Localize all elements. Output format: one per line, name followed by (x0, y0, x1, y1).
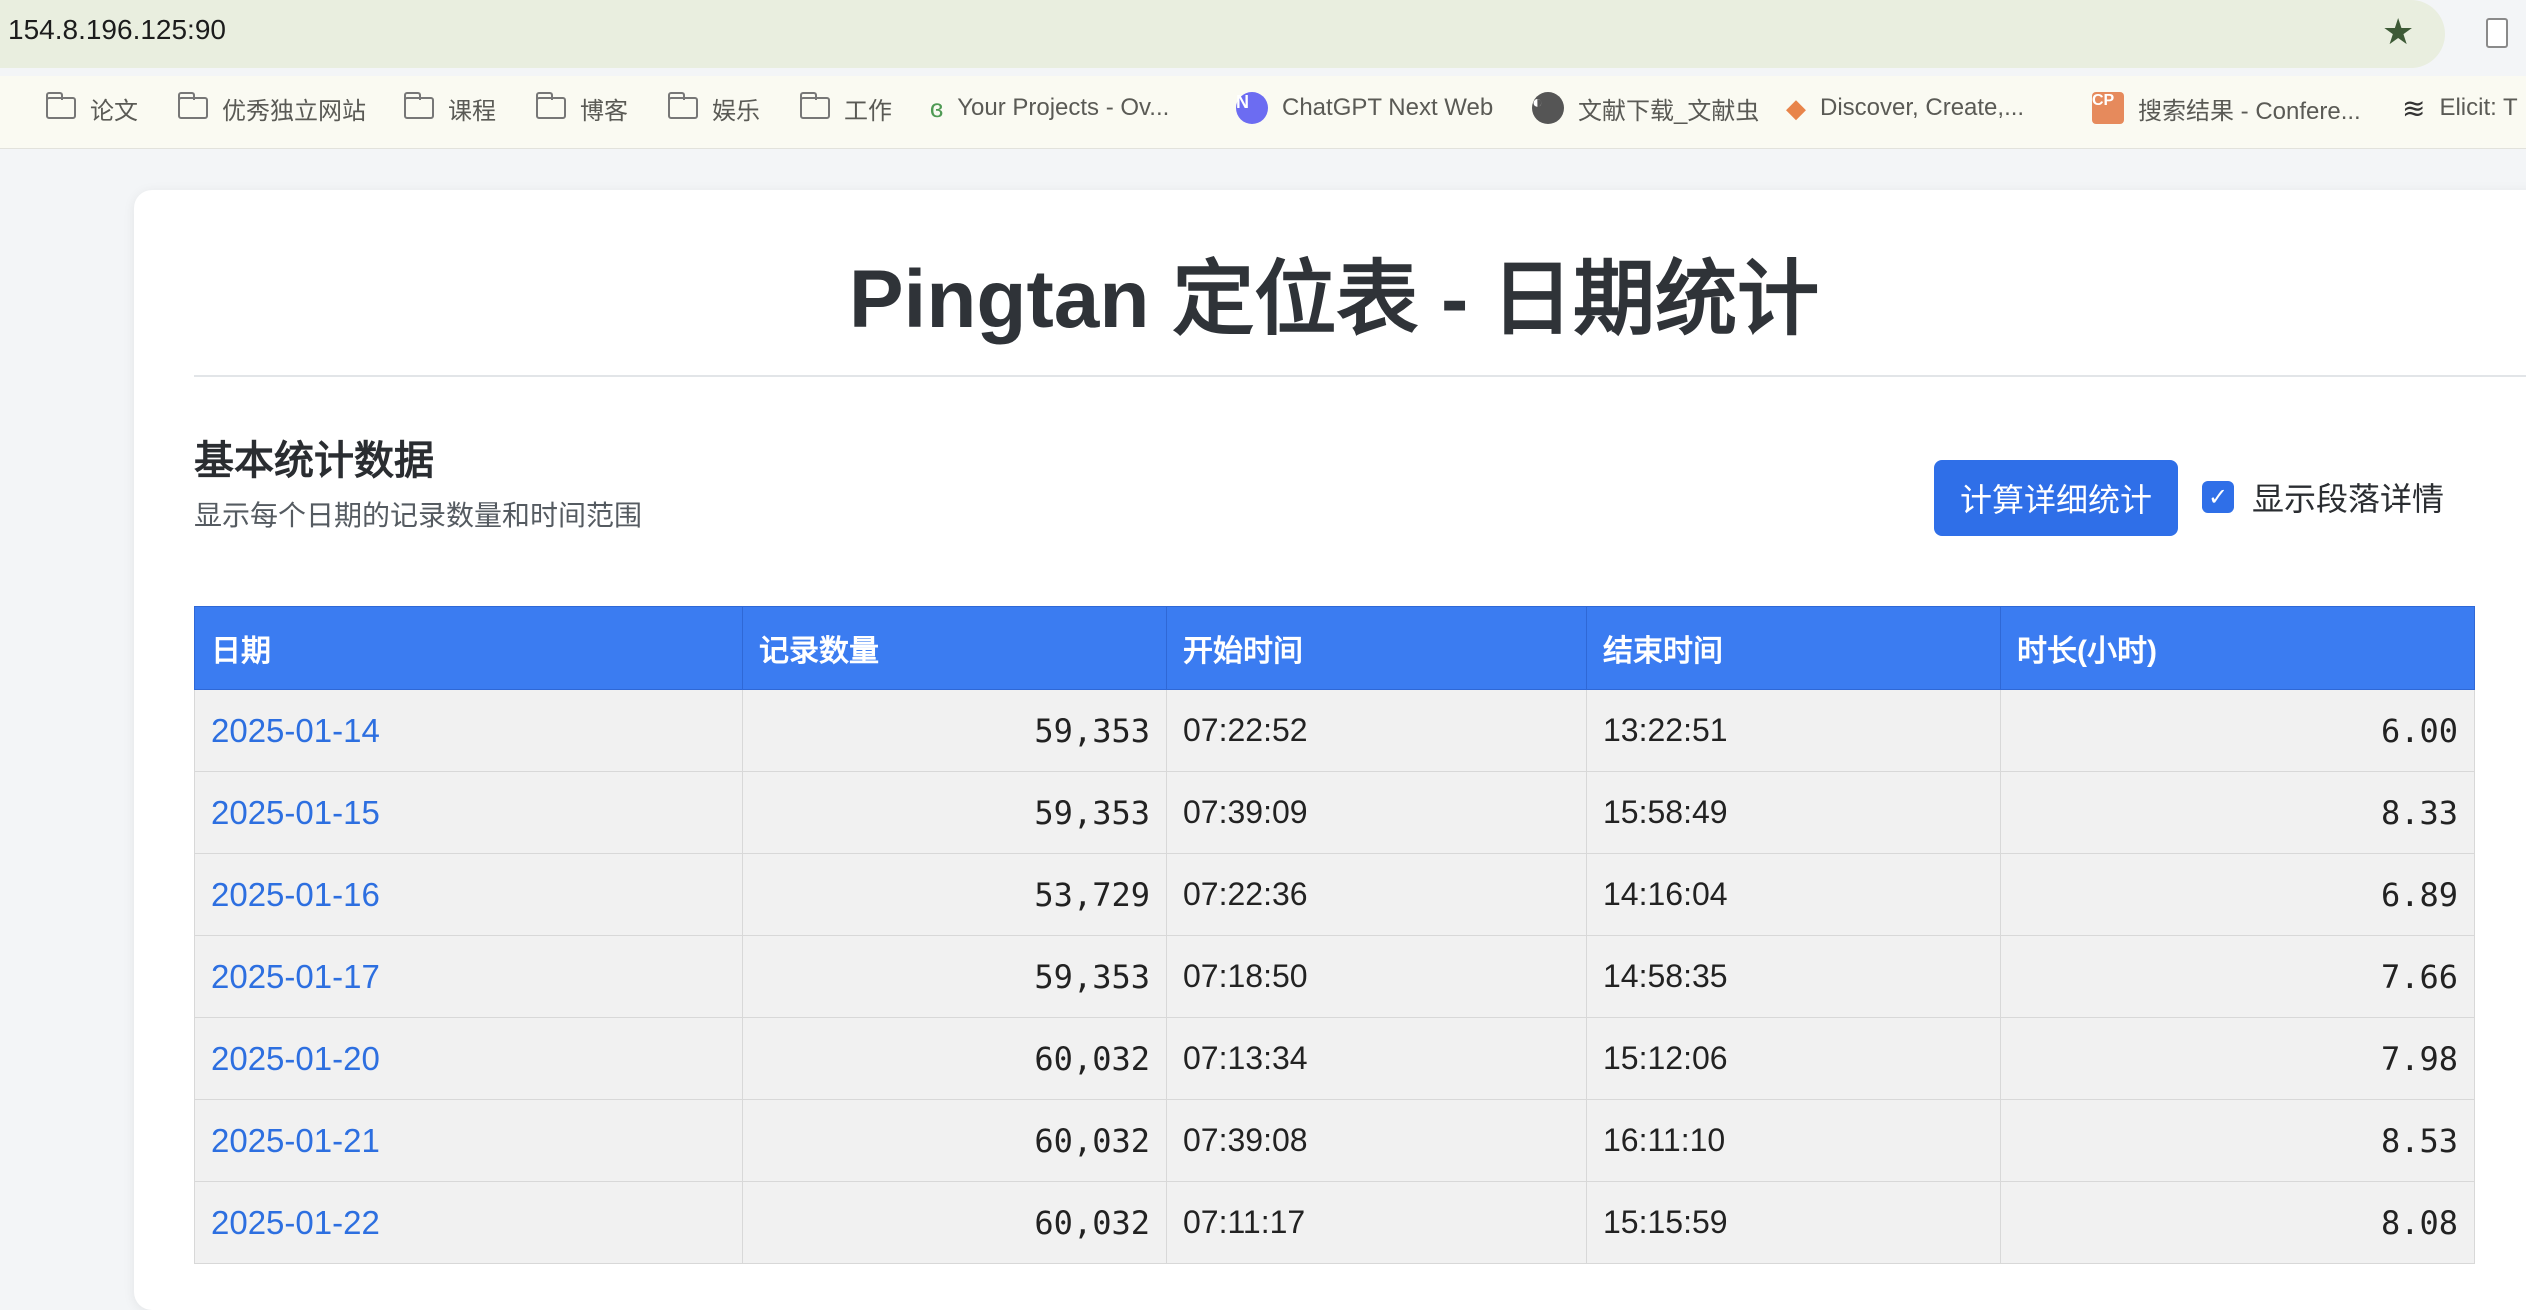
record-count-cell: 59,353 (742, 771, 1167, 854)
header-date[interactable]: 日期 (194, 606, 743, 690)
table-row: 2025-01-20 60,032 07:13:34 15:12:06 7.98 (194, 1017, 2475, 1100)
duration-cell: 6.89 (2000, 853, 2475, 936)
folder-icon (404, 92, 434, 119)
date-link[interactable]: 2025-01-20 (194, 1017, 743, 1100)
folder-icon (46, 92, 76, 119)
bookmark-elicit[interactable]: ≋ Elicit: T (2402, 76, 2518, 140)
header-start-time[interactable]: 开始时间 (1166, 606, 1587, 690)
globe-icon: ◐ (1532, 92, 1564, 124)
table-header-row: 日期 记录数量 开始时间 结束时间 时长(小时) (194, 606, 2475, 690)
date-link[interactable]: 2025-01-21 (194, 1099, 743, 1182)
bookmark-label: 课程 (448, 97, 496, 125)
folder-icon (536, 92, 566, 119)
table-row: 2025-01-15 59,353 07:39:09 15:58:49 8.33 (194, 771, 2475, 854)
bookmark-discover[interactable]: ◆ Discover, Create,... (1786, 76, 2024, 140)
duration-cell: 6.00 (2000, 689, 2475, 772)
table-row: 2025-01-21 60,032 07:39:08 16:11:10 8.53 (194, 1099, 2475, 1182)
date-link[interactable]: 2025-01-16 (194, 853, 743, 936)
duration-cell: 8.53 (2000, 1099, 2475, 1182)
end-time-cell: 16:11:10 (1586, 1099, 2001, 1182)
date-stats-table: 日期 记录数量 开始时间 结束时间 时长(小时) 2025-01-14 59,3… (194, 606, 2475, 1264)
overleaf-icon: ɞ (930, 92, 944, 123)
url-text[interactable]: 154.8.196.125:90 (8, 14, 226, 46)
bookmark-label: 博客 (580, 97, 628, 125)
header-duration[interactable]: 时长(小时) (2000, 606, 2475, 690)
header-record-count[interactable]: 记录数量 (742, 606, 1167, 690)
bookmark-label: 工作 (844, 97, 892, 125)
elicit-icon: ≋ (2402, 92, 2426, 124)
record-count-cell: 53,729 (742, 853, 1167, 936)
page-title: Pingtan 定位表 - 日期统计 (848, 254, 1820, 345)
bookmark-folder-sites[interactable]: 优秀独立网站 (178, 76, 366, 140)
show-details-label: 显示段落详情 (2252, 481, 2445, 517)
start-time-cell: 07:11:17 (1166, 1181, 1587, 1264)
bookmark-label: ChatGPT Next Web (1282, 94, 1494, 121)
section-subtitle: 显示每个日期的记录数量和时间范围 (194, 500, 643, 531)
folder-icon (800, 92, 830, 119)
bookmark-label: 优秀独立网站 (222, 97, 366, 125)
record-count-cell: 59,353 (742, 935, 1167, 1018)
duration-cell: 8.08 (2000, 1181, 2475, 1264)
calculate-stats-button[interactable]: 计算详细统计 (1934, 460, 2178, 536)
bookmark-folder-courses[interactable]: 课程 (404, 76, 496, 140)
bookmark-label: Elicit: T (2439, 94, 2518, 121)
duration-cell: 7.98 (2000, 1017, 2475, 1100)
record-count-cell: 60,032 (742, 1099, 1167, 1182)
bookmark-label: Discover, Create,... (1820, 94, 2025, 121)
bookmark-chatgpt-next-web[interactable]: N ChatGPT Next Web (1236, 76, 1493, 140)
end-time-cell: 15:15:59 (1586, 1181, 2001, 1264)
record-count-cell: 60,032 (742, 1181, 1167, 1264)
address-bar[interactable]: 154.8.196.125:90 ★ (0, 0, 2445, 68)
bookmark-star-icon[interactable]: ★ (2382, 12, 2414, 52)
checkbox-checked-icon[interactable]: ✓ (2202, 481, 2234, 513)
bookmark-label: 文献下载_文献虫 (1578, 97, 1760, 125)
date-link[interactable]: 2025-01-17 (194, 935, 743, 1018)
table-row: 2025-01-16 53,729 07:22:36 14:16:04 6.89 (194, 853, 2475, 936)
folder-icon (178, 92, 208, 119)
table-row: 2025-01-17 59,353 07:18:50 14:58:35 7.66 (194, 935, 2475, 1018)
start-time-cell: 07:39:08 (1166, 1099, 1587, 1182)
bookmark-folder-lunwen[interactable]: 论文 (46, 76, 138, 140)
header-end-time[interactable]: 结束时间 (1586, 606, 2001, 690)
record-count-cell: 60,032 (742, 1017, 1167, 1100)
date-link[interactable]: 2025-01-15 (194, 771, 743, 854)
show-details-toggle[interactable]: ✓ 显示段落详情 (2202, 474, 2444, 520)
table-row: 2025-01-14 59,353 07:22:52 13:22:51 6.00 (194, 689, 2475, 772)
layers-icon: ◆ (1786, 92, 1806, 123)
bookmark-label: 论文 (90, 97, 138, 125)
start-time-cell: 07:22:52 (1166, 689, 1587, 772)
start-time-cell: 07:22:36 (1166, 853, 1587, 936)
chatgpt-next-web-icon: N (1236, 92, 1268, 124)
bookmarks-bar: 论文 优秀独立网站 课程 博客 娱乐 工作 ɞ Your Projects - … (0, 76, 2526, 149)
start-time-cell: 07:18:50 (1166, 935, 1587, 1018)
table-row: 2025-01-22 60,032 07:11:17 15:15:59 8.08 (194, 1181, 2475, 1264)
bookmark-folder-entertainment[interactable]: 娱乐 (668, 76, 760, 140)
title-divider (194, 375, 2526, 377)
start-time-cell: 07:13:34 (1166, 1017, 1587, 1100)
bookmark-wenxianchong[interactable]: ◐ 文献下载_文献虫 (1532, 76, 1759, 140)
end-time-cell: 15:58:49 (1586, 771, 2001, 854)
page-icon[interactable] (2486, 18, 2508, 48)
cp-icon: CP (2092, 92, 2124, 124)
end-time-cell: 13:22:51 (1586, 689, 2001, 772)
bookmark-folder-work[interactable]: 工作 (800, 76, 892, 140)
bookmark-label: 娱乐 (712, 97, 760, 125)
stats-card: Pingtan 定位表 - 日期统计 基本统计数据 显示每个日期的记录数量和时间… (134, 190, 2526, 1310)
bookmark-conference[interactable]: CP 搜索结果 - Confere... (2092, 76, 2361, 140)
bookmark-folder-blog[interactable]: 博客 (536, 76, 628, 140)
end-time-cell: 14:16:04 (1586, 853, 2001, 936)
duration-cell: 7.66 (2000, 935, 2475, 1018)
bookmark-label: Your Projects - Ov... (957, 94, 1170, 121)
date-link[interactable]: 2025-01-14 (194, 689, 743, 772)
bookmark-overleaf[interactable]: ɞ Your Projects - Ov... (930, 76, 1169, 140)
start-time-cell: 07:39:09 (1166, 771, 1587, 854)
end-time-cell: 15:12:06 (1586, 1017, 2001, 1100)
end-time-cell: 14:58:35 (1586, 935, 2001, 1018)
bookmark-label: 搜索结果 - Confere... (2138, 97, 2361, 125)
duration-cell: 8.33 (2000, 771, 2475, 854)
folder-icon (668, 92, 698, 119)
date-link[interactable]: 2025-01-22 (194, 1181, 743, 1264)
record-count-cell: 59,353 (742, 689, 1167, 772)
section-title: 基本统计数据 (194, 439, 434, 483)
